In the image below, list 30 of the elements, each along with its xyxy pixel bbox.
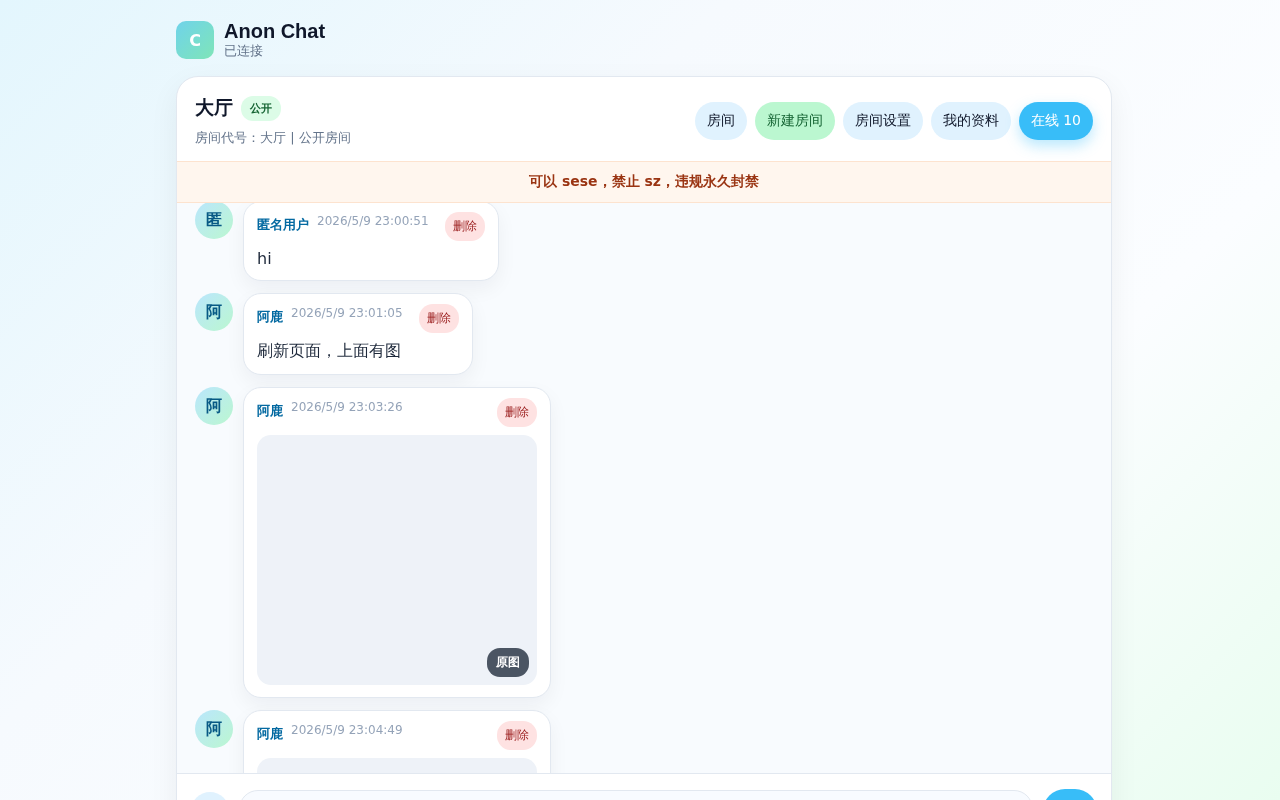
user-name: 匿名用户 <box>257 216 309 234</box>
header-button[interactable]: 房间 <box>694 102 747 140</box>
app-logo: C <box>176 21 214 59</box>
header-button[interactable]: 我的资料 <box>930 102 1011 140</box>
notice-banner: 可以 sese，禁止 sz，违规永久封禁 <box>177 161 1111 203</box>
user-name: 阿鹿 <box>257 402 283 420</box>
user-avatar: 匿 <box>195 203 233 239</box>
user-name: 阿鹿 <box>257 308 283 326</box>
message-text: 刷新页面，上面有图 <box>257 341 402 362</box>
connection-status: 已连接 <box>224 42 264 60</box>
app-title: Anon Chat <box>224 20 326 42</box>
header-button[interactable]: 房间设置 <box>842 102 923 140</box>
user-avatar: 阿 <box>195 293 233 331</box>
delete-button[interactable]: 删除 <box>418 304 459 333</box>
message-time: 2026/5/9 23:01:05 <box>291 306 403 320</box>
message-time: 2026/5/9 23:03:26 <box>291 400 403 414</box>
header-button[interactable]: 新建房间 <box>754 102 835 140</box>
room-name: 大厅 <box>195 95 233 120</box>
public-badge: 公开 <box>241 95 281 121</box>
user-avatar: 阿 <box>195 387 233 425</box>
room-info: 房间代号：大厅 | 公开房间 <box>195 129 351 147</box>
original-image-button[interactable]: 原图 <box>487 648 529 677</box>
message-text: hi <box>257 249 273 268</box>
delete-button[interactable]: 删除 <box>444 212 485 241</box>
user-avatar: 阿 <box>195 710 233 748</box>
delete-button[interactable]: 删除 <box>497 721 537 750</box>
message-time: 2026/5/9 23:00:51 <box>317 214 429 228</box>
user-name: 阿鹿 <box>257 725 283 743</box>
delete-button[interactable]: 删除 <box>497 398 537 427</box>
message-time: 2026/5/9 23:04:49 <box>291 723 403 737</box>
